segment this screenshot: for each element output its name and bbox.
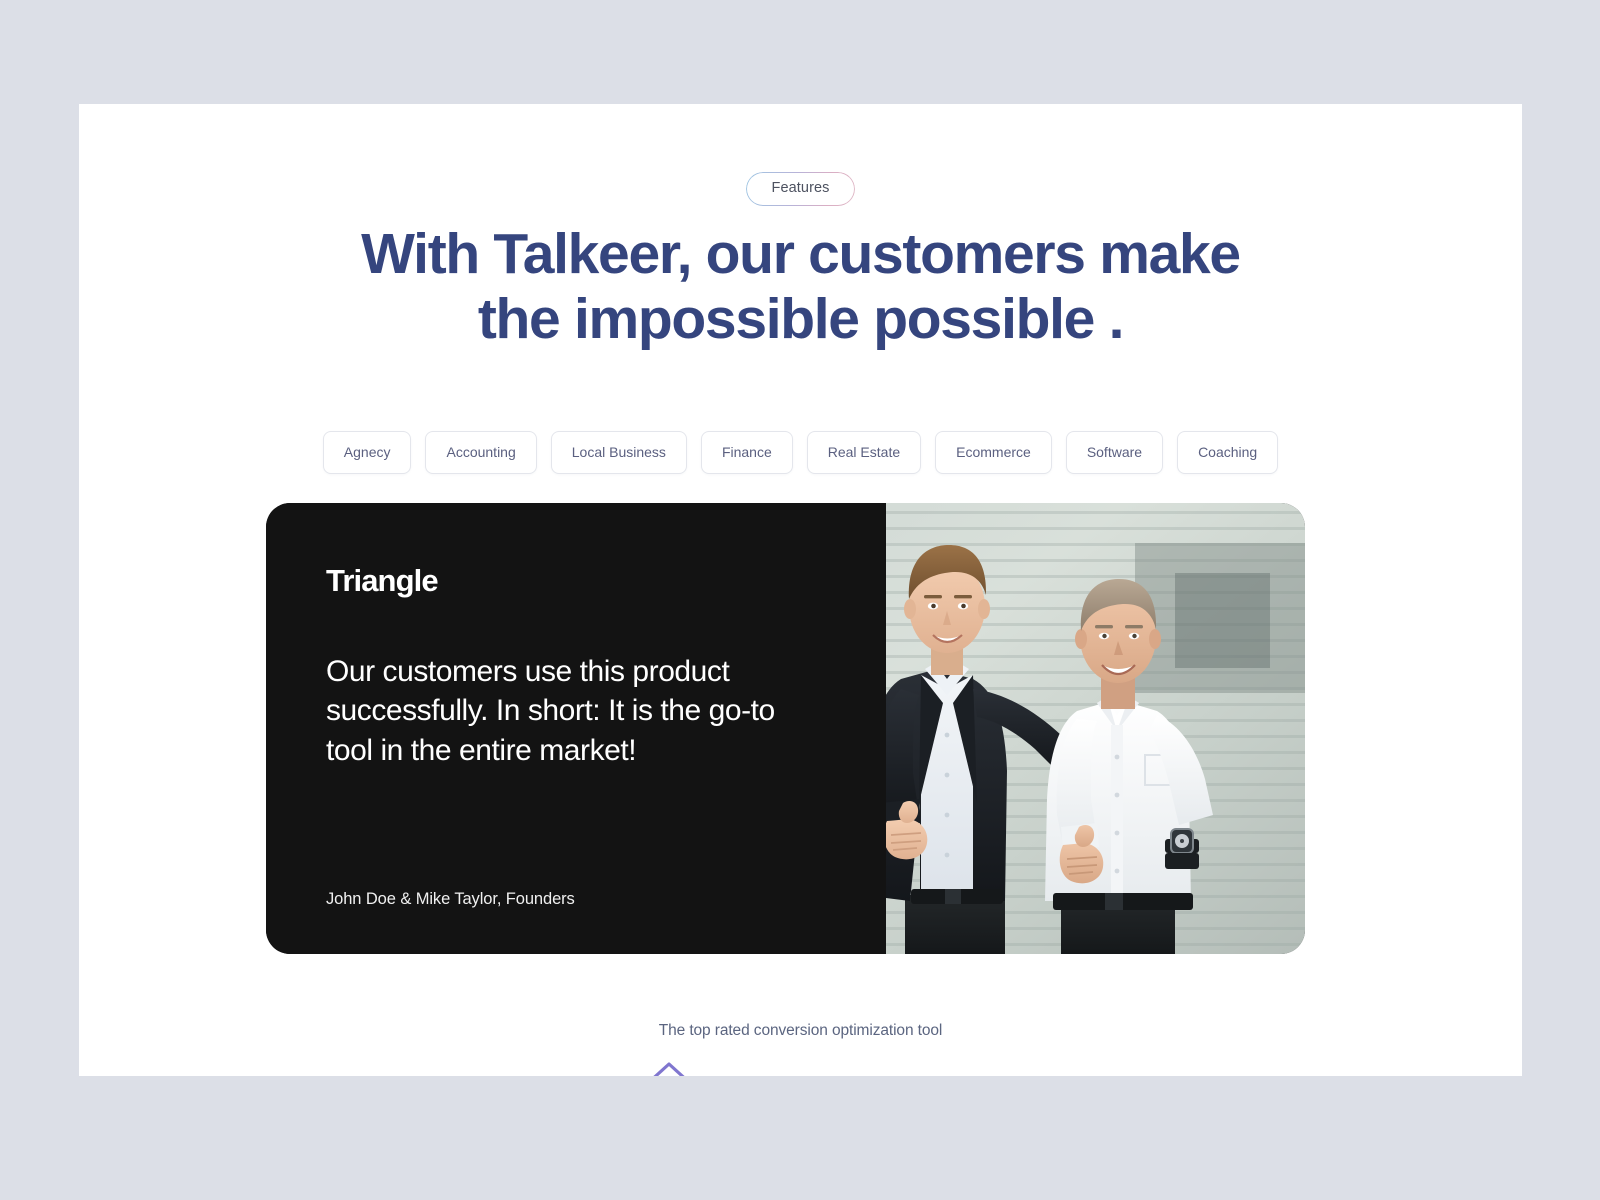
tab-finance[interactable]: Finance xyxy=(700,431,793,474)
testimonial-content: Triangle Our customers use this product … xyxy=(266,503,886,954)
tab-local-business[interactable]: Local Business xyxy=(550,431,687,474)
footer-tagline: The top rated conversion optimization to… xyxy=(658,1022,943,1039)
testimonial-quote: Our customers use this product successfu… xyxy=(326,655,775,767)
partner-logo-icon-3 xyxy=(901,1062,961,1076)
features-badge: Features xyxy=(746,172,855,206)
content-panel: Features With Talkeer, our customers mak… xyxy=(79,104,1522,1076)
tab-real-estate[interactable]: Real Estate xyxy=(806,431,922,474)
triangle-logo: Triangle xyxy=(326,563,439,598)
partner-logo-icon-2 xyxy=(769,1062,829,1076)
tab-software[interactable]: Software xyxy=(1065,431,1164,474)
page-title: With Talkeer, our customers make the imp… xyxy=(79,222,1522,352)
tab-coaching[interactable]: Coaching xyxy=(1177,431,1279,474)
tab-ecommerce[interactable]: Ecommerce xyxy=(935,431,1052,474)
page-title-line-2: the impossible possible . xyxy=(477,286,1125,351)
category-tab-list: Agnecy Accounting Local Business Finance… xyxy=(79,431,1522,474)
page-title-line-1: With Talkeer, our customers make xyxy=(361,222,1241,286)
testimonial-card: Triangle Our customers use this product … xyxy=(266,503,1305,954)
features-badge-container: Features xyxy=(79,172,1522,206)
partner-logo-strip xyxy=(79,1062,1522,1076)
testimonial-attribution: John Doe & Mike Taylor, Founders xyxy=(326,890,575,908)
tab-agnecy[interactable]: Agnecy xyxy=(322,431,412,474)
tab-accounting[interactable]: Accounting xyxy=(425,431,537,474)
chevron-logo-icon xyxy=(652,1062,685,1076)
